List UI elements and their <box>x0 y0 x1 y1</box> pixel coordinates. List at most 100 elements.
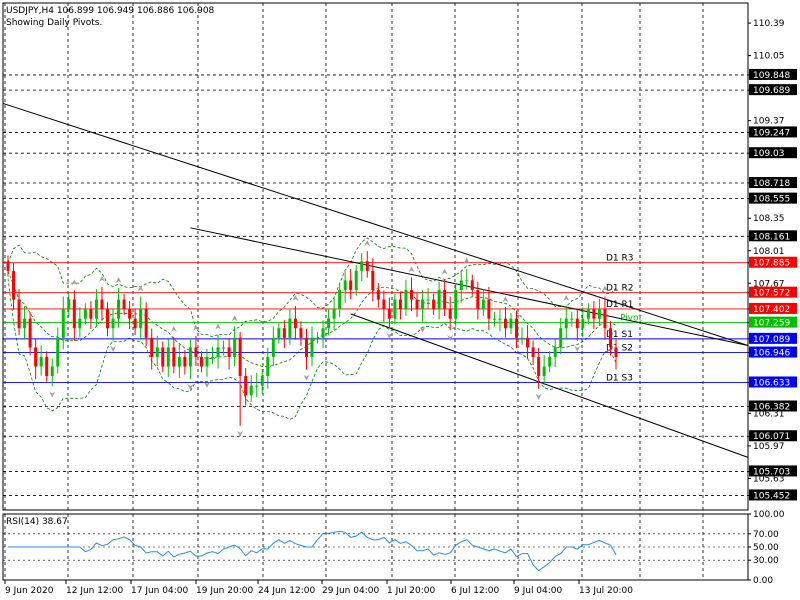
price-tick-label: 108.161 <box>753 232 790 242</box>
candle-body <box>526 337 530 348</box>
candle-body <box>492 318 496 320</box>
pivot-label: D1 R2 <box>606 284 634 294</box>
price-tick-label: 105.63 <box>753 474 785 484</box>
candle-body <box>78 318 82 329</box>
candle-body <box>316 337 320 339</box>
price-tick-label: 109.689 <box>753 86 790 96</box>
candle-body <box>199 356 203 367</box>
candle-body <box>211 356 215 358</box>
candle-body <box>139 309 143 329</box>
candle-body <box>238 337 242 377</box>
candle-body <box>404 289 408 310</box>
chart-header-subtitle: Showing Daily Pivots. <box>6 18 102 28</box>
candle-body <box>39 356 43 367</box>
candle-body <box>6 261 10 271</box>
price-tick-label: 107.402 <box>753 305 790 315</box>
pivot-label: D1 S3 <box>606 373 633 383</box>
candle-body <box>531 347 535 357</box>
candle-body <box>575 318 579 329</box>
candle-body <box>332 309 336 319</box>
candle-body <box>409 289 413 300</box>
price-tick-label: 105.97 <box>753 442 785 452</box>
time-tick-label: 29 Jun 04:00 <box>322 586 379 596</box>
candle-body <box>128 309 132 319</box>
candle-body <box>376 289 380 300</box>
price-chart[interactable]: D1 R3D1 R2D1 R1PivotD1 S1D1 S2D1 S3 110.… <box>0 0 800 600</box>
candle-body <box>614 347 618 357</box>
time-tick-label: 13 Jul 20:00 <box>579 586 633 596</box>
candle-body <box>183 356 187 367</box>
candle-body <box>34 347 38 367</box>
price-tick-label: 106.633 <box>753 378 790 388</box>
candle-body <box>282 328 286 338</box>
candle-body <box>437 289 441 310</box>
rsi-tick-label: 50.00 <box>753 543 779 553</box>
candle-body <box>570 318 574 320</box>
candle-body <box>537 356 541 377</box>
candle-body <box>172 347 176 367</box>
candle-body <box>398 299 402 310</box>
candle-body <box>487 299 491 319</box>
candle-body <box>50 366 54 377</box>
candle-body <box>542 366 546 377</box>
rsi-tick-label: 100.00 <box>753 510 785 520</box>
candle-body <box>244 376 248 396</box>
candle-body <box>293 318 297 329</box>
pivot-label: D1 R3 <box>606 254 634 264</box>
candle-body <box>581 318 585 329</box>
candle-body <box>520 337 524 339</box>
candle-body <box>421 299 425 310</box>
candle-body <box>216 347 220 357</box>
candle-body <box>553 347 557 357</box>
candle-body <box>161 347 165 367</box>
candle-body <box>426 299 430 301</box>
time-tick-label: 17 Jun 04:00 <box>131 586 188 596</box>
candle-body <box>177 356 181 367</box>
price-tick-label: 109.03 <box>753 149 785 159</box>
candle-body <box>194 347 198 357</box>
candle-body <box>371 270 375 290</box>
candle-body <box>559 328 563 348</box>
candle-body <box>509 318 513 329</box>
rsi-tick-label: 0.00 <box>753 576 773 586</box>
candle-body <box>67 299 71 310</box>
candle-body <box>586 309 590 319</box>
candle-body <box>349 280 353 290</box>
candle-body <box>343 280 347 290</box>
candle-body <box>205 356 209 367</box>
candle-body <box>150 337 154 357</box>
candle-body <box>83 309 87 319</box>
candle-body <box>89 309 93 319</box>
candle-body <box>249 385 253 396</box>
candle-body <box>222 347 226 349</box>
candle-body <box>443 289 447 310</box>
candle-body <box>233 337 237 357</box>
candle-body <box>188 347 192 367</box>
price-tick-label: 110.39 <box>753 19 785 29</box>
price-tick-label: 108.35 <box>753 214 785 224</box>
candle-body <box>277 328 281 338</box>
candle-body <box>354 270 358 290</box>
price-tick-label: 108.555 <box>753 195 790 205</box>
price-tick-label: 109.37 <box>753 117 785 127</box>
price-tick-label: 109.848 <box>753 71 790 81</box>
candle-body <box>387 309 391 319</box>
price-tick-label: 106.31 <box>753 409 785 419</box>
time-tick-label: 12 Jun 12:00 <box>66 586 123 596</box>
candle-body <box>288 318 292 338</box>
candle-body <box>327 318 331 329</box>
candle-body <box>459 280 463 290</box>
price-tick-label: 106.946 <box>753 349 790 359</box>
time-tick-label: 24 Jun 12:00 <box>258 586 315 596</box>
candle-body <box>465 280 469 282</box>
price-tick-label: 107.089 <box>753 335 790 345</box>
candle-body <box>592 309 596 319</box>
candle-body <box>360 261 364 271</box>
candle-body <box>603 309 607 329</box>
candle-body <box>28 318 32 348</box>
candle-body <box>476 289 480 310</box>
candle-body <box>393 299 397 319</box>
candle-body <box>382 299 386 310</box>
candle-body <box>470 280 474 290</box>
rsi-tick-label: 70.00 <box>753 530 779 540</box>
